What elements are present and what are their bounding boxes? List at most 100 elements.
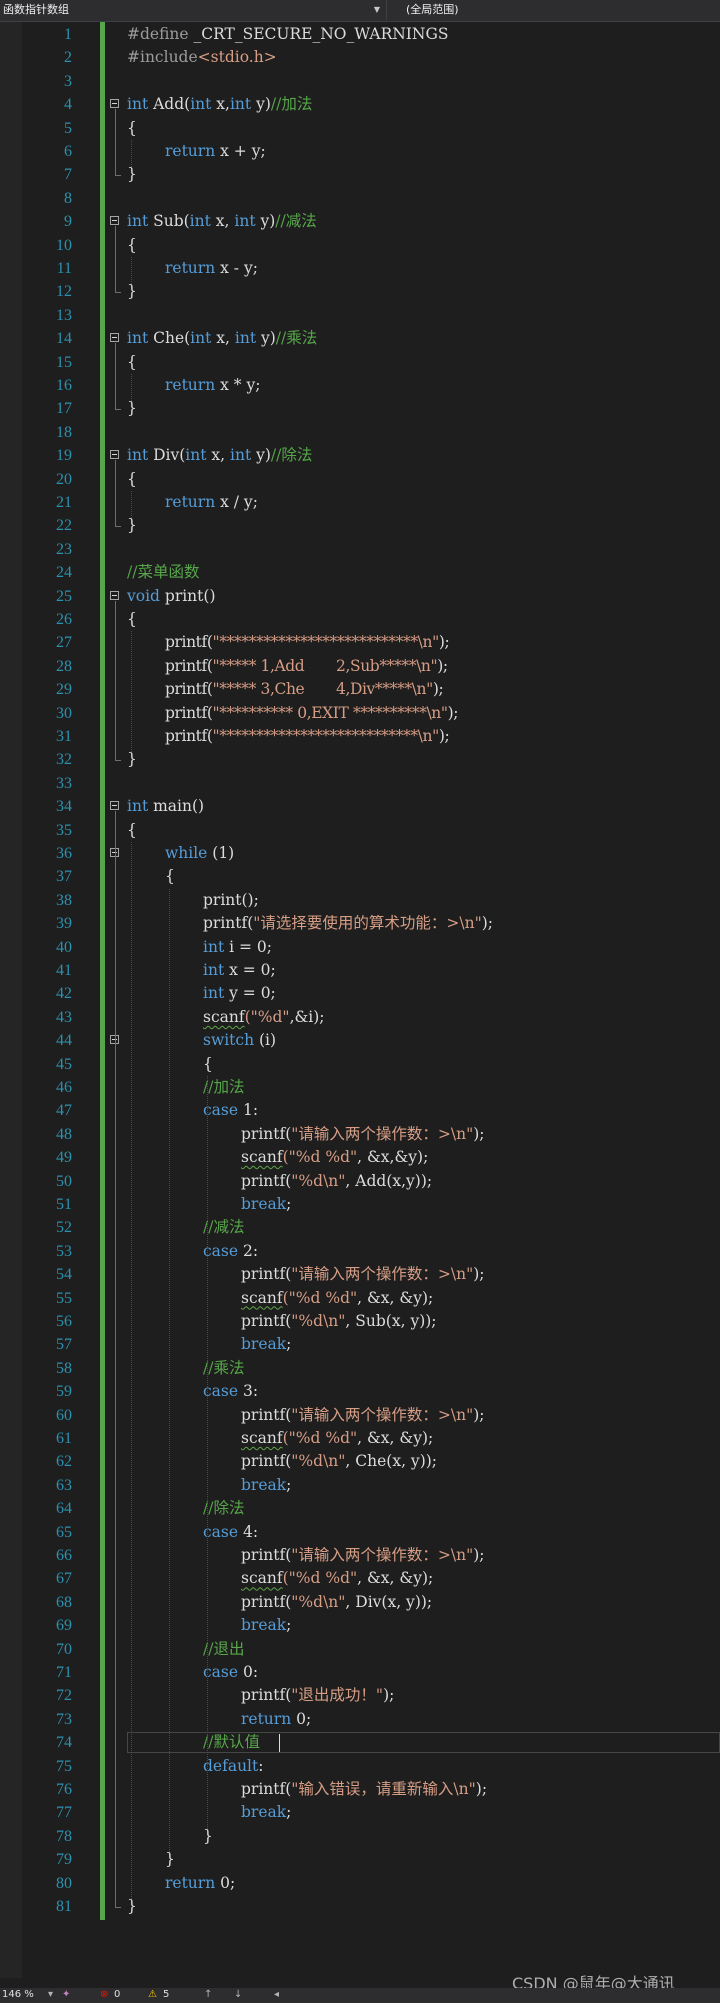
error-icon[interactable]: ⊗ — [100, 1989, 108, 2000]
code-line[interactable]: 60 printf("请输入两个操作数：>\n"); — [0, 1404, 720, 1427]
code-line[interactable]: 19 int Div(int x, int y)//除法 — [0, 444, 720, 467]
code-line[interactable]: 16 return x * y; — [0, 374, 720, 397]
code-line[interactable]: 8 — [0, 187, 720, 210]
code-line[interactable]: 18 — [0, 421, 720, 444]
code-line[interactable]: 15 { — [0, 351, 720, 374]
code-line[interactable]: 59 case 3: — [0, 1380, 720, 1403]
code-line[interactable]: 65 case 4: — [0, 1521, 720, 1544]
code-line[interactable]: 36 while (1) — [0, 842, 720, 865]
code-line[interactable]: 29 printf("***** 3,Che 4,Div*****\n"); — [0, 678, 720, 701]
code-line[interactable]: 43 scanf("%d",&i); — [0, 1006, 720, 1029]
code-line[interactable]: 79} — [0, 1848, 720, 1871]
code-line[interactable]: 67 scanf("%d %d", &x, &y); — [0, 1567, 720, 1590]
code-line[interactable]: 72 printf("退出成功！"); — [0, 1684, 720, 1707]
code-line[interactable]: 26 { — [0, 608, 720, 631]
code-line[interactable]: 78} — [0, 1825, 720, 1848]
code-line[interactable]: 27 printf("***************************\n"… — [0, 631, 720, 654]
code-line[interactable]: 47 case 1: — [0, 1099, 720, 1122]
zoom-level[interactable]: 146 % — [2, 1989, 34, 2000]
intellicode-icon[interactable]: ✦ — [62, 1989, 70, 2000]
chevron-down-icon[interactable]: ▾ — [48, 1989, 53, 2000]
code-line[interactable]: 53 case 2: — [0, 1240, 720, 1263]
code-line[interactable]: 45 { — [0, 1053, 720, 1076]
member-dropdown[interactable]: (全局范围) — [398, 0, 720, 20]
code-line[interactable]: 2 #include<stdio.h> — [0, 46, 720, 69]
collapse-icon[interactable] — [110, 590, 119, 600]
code-line[interactable]: 44 switch (i) — [0, 1029, 720, 1052]
collapse-icon[interactable] — [110, 216, 119, 226]
code-line[interactable]: 61 scanf("%d %d", &x, &y); — [0, 1427, 720, 1450]
code-line[interactable]: 76 printf("输入错误，请重新输入\n"); — [0, 1778, 720, 1801]
collapse-icon[interactable] — [110, 801, 119, 811]
code-line[interactable]: 66 printf("请输入两个操作数：>\n"); — [0, 1544, 720, 1567]
code-token: default — [203, 1756, 259, 1775]
code-line[interactable]: 50 printf("%d\n", Add(x,y)); — [0, 1170, 720, 1193]
code-line[interactable]: 77 break; — [0, 1801, 720, 1824]
code-line[interactable]: 49 scanf("%d %d", &x,&y); — [0, 1146, 720, 1169]
code-line[interactable]: 57 break; — [0, 1333, 720, 1356]
scope-dropdown[interactable]: 函数指针数组 ▼ — [0, 0, 387, 20]
code-line[interactable]: 75 default: — [0, 1755, 720, 1778]
code-line[interactable]: 42 int y = 0; — [0, 982, 720, 1005]
code-line[interactable]: 22} — [0, 514, 720, 537]
code-line[interactable]: 80 return 0; — [0, 1872, 720, 1895]
collapse-icon[interactable] — [110, 99, 119, 109]
code-line[interactable]: 73 return 0; — [0, 1708, 720, 1731]
arrow-up-icon[interactable]: ↑ — [204, 1989, 212, 2000]
code-line[interactable]: 24 //菜单函数 — [0, 561, 720, 584]
code-text: int Div(int x, int y)//除法 — [127, 444, 312, 467]
code-line[interactable]: 48 printf("请输入两个操作数：>\n"); — [0, 1123, 720, 1146]
code-line[interactable]: 38 print(); — [0, 889, 720, 912]
code-line[interactable]: 46 //加法 — [0, 1076, 720, 1099]
code-line[interactable]: 40 int i = 0; — [0, 936, 720, 959]
warning-icon[interactable]: ⚠ — [148, 1989, 157, 2000]
code-line[interactable]: 12} — [0, 280, 720, 303]
code-line[interactable]: 71 case 0: — [0, 1661, 720, 1684]
code-line[interactable]: 52 //减法 — [0, 1216, 720, 1239]
code-line[interactable]: 54 printf("请输入两个操作数：>\n"); — [0, 1263, 720, 1286]
code-line[interactable]: 41 int x = 0; — [0, 959, 720, 982]
code-line[interactable]: 5{ — [0, 117, 720, 140]
code-line[interactable]: 68 printf("%d\n", Div(x, y)); — [0, 1591, 720, 1614]
code-line[interactable]: 28 printf("***** 1,Add 2,Sub*****\n"); — [0, 655, 720, 678]
code-line[interactable]: 56 printf("%d\n", Sub(x, y)); — [0, 1310, 720, 1333]
collapse-icon[interactable] — [110, 333, 119, 343]
code-line[interactable]: 6 return x + y; — [0, 140, 720, 163]
code-line[interactable]: 1 #define _CRT_SECURE_NO_WARNINGS — [0, 23, 720, 46]
code-line[interactable]: 35 { — [0, 819, 720, 842]
code-line[interactable]: 9 int Sub(int x, int y)//减法 — [0, 210, 720, 233]
code-line[interactable]: 7} — [0, 163, 720, 186]
code-line[interactable]: 17} — [0, 397, 720, 420]
code-line[interactable]: 3 — [0, 70, 720, 93]
code-line[interactable]: 70 //退出 — [0, 1638, 720, 1661]
code-line[interactable]: 64 //除法 — [0, 1497, 720, 1520]
code-line[interactable]: 58 //乘法 — [0, 1357, 720, 1380]
code-line[interactable]: 62 printf("%d\n", Che(x, y)); — [0, 1450, 720, 1473]
code-line[interactable]: 74 //默认值 — [0, 1731, 720, 1754]
code-line[interactable]: 81} — [0, 1895, 720, 1918]
arrow-down-icon[interactable]: ↓ — [234, 1989, 242, 2000]
code-line[interactable]: 31 printf("***************************\n"… — [0, 725, 720, 748]
code-line[interactable]: 13 — [0, 304, 720, 327]
code-line[interactable]: 63 break; — [0, 1474, 720, 1497]
code-line[interactable]: 25 void print() — [0, 585, 720, 608]
code-line[interactable]: 4 int Add(int x,int y)//加法 — [0, 93, 720, 116]
code-line[interactable]: 33 — [0, 772, 720, 795]
code-editor[interactable]: 1 #define _CRT_SECURE_NO_WARNINGS 2 #includ… — [0, 22, 720, 1978]
code-line[interactable]: 11 return x - y; — [0, 257, 720, 280]
code-line[interactable]: 10 { — [0, 234, 720, 257]
code-line[interactable]: 32} — [0, 748, 720, 771]
code-line[interactable]: 34 int main() — [0, 795, 720, 818]
code-line[interactable]: 30 printf("********** 0,EXIT **********\n… — [0, 702, 720, 725]
code-line[interactable]: 51 break; — [0, 1193, 720, 1216]
code-line[interactable]: 20 { — [0, 468, 720, 491]
code-line[interactable]: 14 int Che(int x, int y)//乘法 — [0, 327, 720, 350]
code-line[interactable]: 23 — [0, 538, 720, 561]
code-line[interactable]: 55 scanf("%d %d", &x, &y); — [0, 1287, 720, 1310]
collapse-icon[interactable] — [110, 450, 119, 460]
code-line[interactable]: 21 return x / y; — [0, 491, 720, 514]
code-line[interactable]: 69 break; — [0, 1614, 720, 1637]
chevron-left-icon[interactable]: ◂ — [274, 1989, 279, 2000]
code-line[interactable]: 39 printf("请选择要使用的算术功能：>\n"); — [0, 912, 720, 935]
code-line[interactable]: 37 { — [0, 865, 720, 888]
